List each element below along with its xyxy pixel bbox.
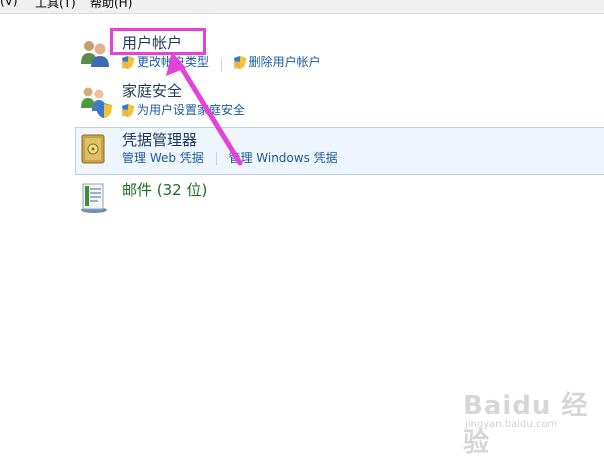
credential-manager-title[interactable]: 凭据管理器 [122, 131, 197, 149]
shield-icon [122, 55, 134, 69]
mail-title[interactable]: 邮件 (32 位) [122, 181, 207, 199]
shield-icon [122, 103, 134, 117]
watermark-url: jingyan.baidu.com [465, 419, 558, 430]
change-account-type-link[interactable]: 更改帐户类型 [122, 54, 209, 70]
shield-icon [233, 55, 246, 69]
delete-user-account-link[interactable]: 删除用户帐户 [233, 54, 321, 70]
annotation-highlight-box [110, 28, 206, 55]
manage-windows-credentials-link[interactable]: 管理 Windows 凭据 [228, 150, 337, 166]
vault-icon[interactable] [81, 134, 105, 168]
menu-bar: (V) 工具(T) 帮助(H) [0, 0, 604, 14]
family-icon[interactable] [79, 84, 113, 122]
mail-icon[interactable] [79, 180, 109, 218]
menu-help[interactable]: 帮助(H) [90, 0, 132, 11]
menu-view[interactable]: (V) [0, 0, 18, 8]
family-safety-title[interactable]: 家庭安全 [122, 82, 182, 100]
baidu-watermark: Baidu 经验 jingyan.baidu.com [463, 385, 603, 458]
set-family-safety-link[interactable]: 为用户设置家庭安全 [122, 102, 245, 118]
manage-web-credentials-link[interactable]: 管理 Web 凭据 [122, 150, 204, 166]
link-separator [220, 58, 222, 72]
menu-tools[interactable]: 工具(T) [35, 0, 76, 11]
link-separator [215, 152, 217, 165]
users-icon[interactable] [79, 38, 111, 72]
